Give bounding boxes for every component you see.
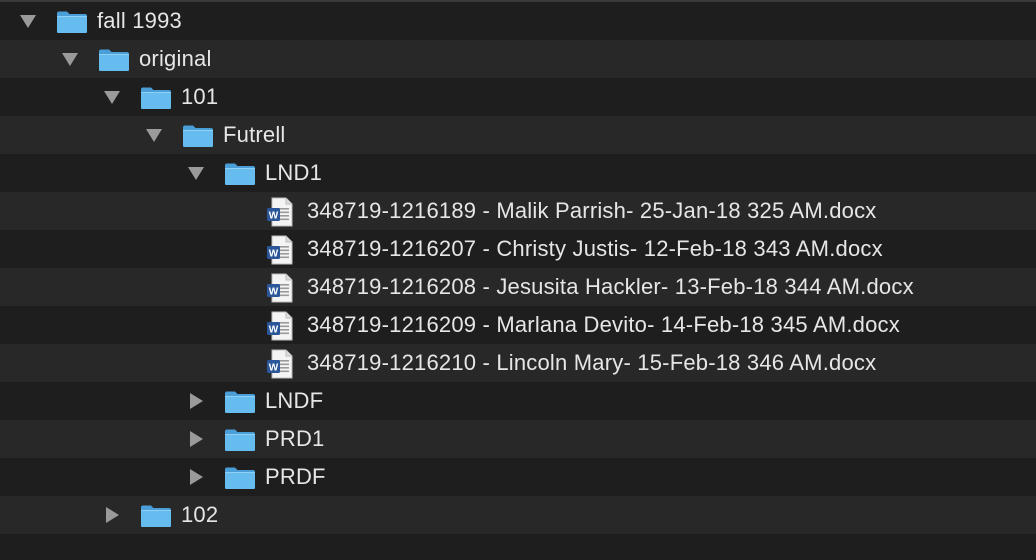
- word-doc-icon: [266, 349, 294, 379]
- disclosure-collapsed-icon[interactable]: [102, 496, 122, 534]
- folder-icon: [182, 124, 214, 148]
- folder-label: PRD1: [265, 426, 325, 451]
- tree-row-file[interactable]: 348719-1216210 - Lincoln Mary- 15-Feb-18…: [0, 344, 1036, 382]
- tree-row-original[interactable]: original: [0, 40, 1036, 78]
- folder-label: fall 1993: [97, 8, 182, 33]
- tree-row-prdf[interactable]: PRDF: [0, 458, 1036, 496]
- folder-label: 101: [181, 84, 219, 109]
- word-doc-icon: [266, 197, 294, 227]
- disclosure-expanded-icon[interactable]: [144, 116, 164, 154]
- folder-label: original: [139, 46, 212, 71]
- folder-label: LND1: [265, 160, 323, 185]
- tree-row-file[interactable]: 348719-1216208 - Jesusita Hackler- 13-Fe…: [0, 268, 1036, 306]
- folder-icon: [56, 10, 88, 34]
- folder-icon: [224, 390, 256, 414]
- disclosure-expanded-icon[interactable]: [102, 78, 122, 116]
- file-label: 348719-1216207 - Christy Justis- 12-Feb-…: [307, 236, 883, 261]
- disclosure-expanded-icon[interactable]: [186, 154, 206, 192]
- disclosure-expanded-icon[interactable]: [60, 40, 80, 78]
- tree-row-102[interactable]: 102: [0, 496, 1036, 534]
- file-label: 348719-1216208 - Jesusita Hackler- 13-Fe…: [307, 274, 914, 299]
- tree-row-file[interactable]: 348719-1216207 - Christy Justis- 12-Feb-…: [0, 230, 1036, 268]
- folder-label: LNDF: [265, 388, 324, 413]
- disclosure-expanded-icon[interactable]: [18, 2, 38, 40]
- file-label: 348719-1216189 - Malik Parrish- 25-Jan-1…: [307, 198, 877, 223]
- folder-label: PRDF: [265, 464, 326, 489]
- tree-row-lnd1[interactable]: LND1: [0, 154, 1036, 192]
- tree-row-file[interactable]: 348719-1216189 - Malik Parrish- 25-Jan-1…: [0, 192, 1036, 230]
- word-doc-icon: [266, 273, 294, 303]
- file-label: 348719-1216209 - Marlana Devito- 14-Feb-…: [307, 312, 900, 337]
- disclosure-collapsed-icon[interactable]: [186, 420, 206, 458]
- folder-icon: [224, 428, 256, 452]
- disclosure-collapsed-icon[interactable]: [186, 382, 206, 420]
- empty-row: [0, 534, 1036, 560]
- tree-row-fall-1993[interactable]: fall 1993: [0, 2, 1036, 40]
- folder-icon: [224, 162, 256, 186]
- tree-row-futrell[interactable]: Futrell: [0, 116, 1036, 154]
- folder-label: 102: [181, 502, 219, 527]
- word-doc-icon: [266, 311, 294, 341]
- folder-icon: [140, 504, 172, 528]
- tree-row-101[interactable]: 101: [0, 78, 1036, 116]
- tree-row-prd1[interactable]: PRD1: [0, 420, 1036, 458]
- folder-icon: [98, 48, 130, 72]
- disclosure-collapsed-icon[interactable]: [186, 458, 206, 496]
- folder-icon: [140, 86, 172, 110]
- tree-row-file[interactable]: 348719-1216209 - Marlana Devito- 14-Feb-…: [0, 306, 1036, 344]
- file-label: 348719-1216210 - Lincoln Mary- 15-Feb-18…: [307, 350, 877, 375]
- folder-label: Futrell: [223, 122, 286, 147]
- folder-icon: [224, 466, 256, 490]
- tree-row-lndf[interactable]: LNDF: [0, 382, 1036, 420]
- word-doc-icon: [266, 235, 294, 265]
- file-tree: fall 1993 original 101 Futrell LND1 3487…: [0, 0, 1036, 560]
